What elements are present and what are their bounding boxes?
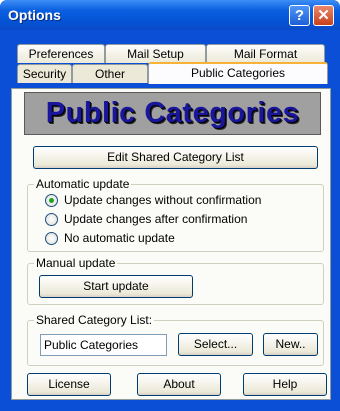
help-title-button[interactable]: ? [289,5,310,26]
radio-no-automatic-update[interactable]: No automatic update [45,231,315,247]
tab-mail-format[interactable]: Mail Format [206,44,325,63]
start-update-button[interactable]: Start update [39,275,193,298]
select-button[interactable]: Select... [178,333,253,356]
new-button[interactable]: New.. [263,333,318,356]
tab-security[interactable]: Security [17,64,72,83]
close-icon: ✕ [317,7,330,24]
tab-public-categories[interactable]: Public Categories [148,62,328,84]
radio-unchecked-icon[interactable] [45,232,58,245]
public-categories-banner: Public Categories [24,92,321,135]
tab-mail-setup[interactable]: Mail Setup [105,44,206,63]
question-icon: ? [294,7,305,24]
about-button[interactable]: About [137,373,221,396]
window-title: Options [8,7,61,23]
title-bar[interactable]: Options ? ✕ [0,0,340,30]
radio-label: Update changes without confirmation [64,193,262,207]
manual-update-legend: Manual update [34,256,118,270]
license-button[interactable]: License [27,373,111,396]
shared-category-list-legend: Shared Category List: [34,313,155,327]
radio-checked-icon[interactable] [45,194,58,207]
tab-other[interactable]: Other [72,64,148,83]
radio-update-after-confirmation[interactable]: Update changes after confirmation [45,212,315,228]
edit-shared-category-list-button[interactable]: Edit Shared Category List [33,146,318,169]
help-button[interactable]: Help [243,373,327,396]
radio-label: No automatic update [64,231,175,245]
banner-text: Public Categories [45,97,300,129]
radio-label: Update changes after confirmation [64,212,248,226]
close-button[interactable]: ✕ [313,5,334,26]
shared-category-list-field[interactable]: Public Categories [40,334,167,356]
automatic-update-legend: Automatic update [34,177,132,191]
radio-unchecked-icon[interactable] [45,213,58,226]
tab-preferences[interactable]: Preferences [17,44,105,63]
radio-update-without-confirmation[interactable]: Update changes without confirmation [45,193,315,209]
